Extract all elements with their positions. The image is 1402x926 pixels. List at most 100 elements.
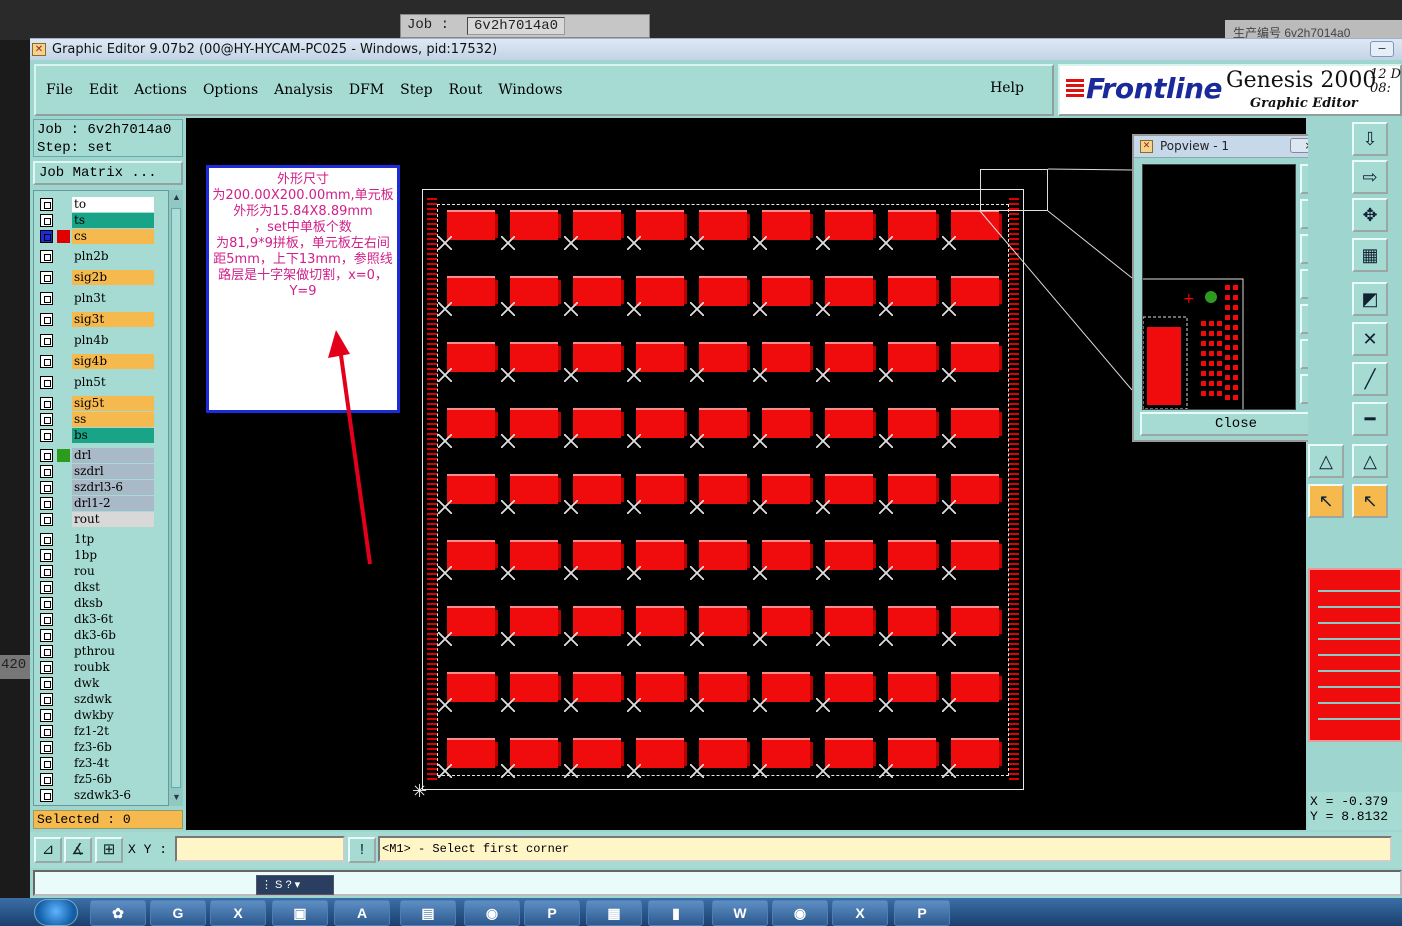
layer-checkbox[interactable] bbox=[40, 709, 53, 722]
menu-options[interactable]: Options bbox=[203, 82, 258, 98]
menu-edit[interactable]: Edit bbox=[89, 82, 118, 98]
menu-help[interactable]: Help bbox=[990, 80, 1024, 96]
zoom-all-tool-icon[interactable]: ✥ bbox=[1352, 198, 1388, 232]
layer-name[interactable]: sig3t bbox=[72, 312, 154, 327]
menu-dfm[interactable]: DFM bbox=[349, 82, 384, 98]
taskbar-pdf-icon[interactable]: A bbox=[334, 900, 390, 926]
layer-name[interactable]: roubk bbox=[72, 660, 154, 675]
layer-row[interactable]: sig5t bbox=[37, 396, 182, 411]
quick-launch-toolbar[interactable]: ⋮ S ? ▾ bbox=[256, 875, 334, 895]
taskbar-calc-icon[interactable]: ▦ bbox=[586, 900, 642, 926]
popview-titlebar[interactable]: ✕ Popview - 1 × bbox=[1134, 136, 1336, 158]
layer-checkbox[interactable] bbox=[40, 645, 53, 658]
layer-checkbox[interactable] bbox=[40, 725, 53, 738]
menu-windows[interactable]: Windows bbox=[498, 82, 562, 98]
xy-input[interactable] bbox=[175, 836, 345, 862]
layer-name[interactable]: dk3-6b bbox=[72, 628, 154, 643]
taskbar-excel-icon[interactable]: X bbox=[210, 900, 266, 926]
layer-name[interactable]: pln3t bbox=[72, 291, 154, 306]
layer-name[interactable]: sig5t bbox=[72, 396, 154, 411]
layer-name[interactable]: sig4b bbox=[72, 354, 154, 369]
taskbar-app-7-icon[interactable]: ◉ bbox=[464, 900, 520, 926]
layer-checkbox[interactable] bbox=[40, 773, 53, 786]
layer-row[interactable]: szdrl bbox=[37, 464, 182, 479]
layer-name[interactable]: pln2b bbox=[72, 249, 154, 264]
layer-row[interactable]: fz5-6b bbox=[37, 772, 182, 787]
pointer-tool-icon[interactable]: ↖ bbox=[1308, 484, 1344, 518]
layer-row[interactable]: fz3-4t bbox=[37, 756, 182, 771]
layer-row[interactable]: sig3t bbox=[37, 312, 182, 327]
layer-row[interactable]: dk3-6b bbox=[37, 628, 182, 643]
grid-tool-icon[interactable]: ▦ bbox=[1352, 238, 1388, 272]
layer-checkbox[interactable] bbox=[40, 581, 53, 594]
taskbar-app-13-icon[interactable]: X bbox=[832, 900, 888, 926]
menu-actions[interactable]: Actions bbox=[134, 82, 187, 98]
layer-name[interactable]: dkst bbox=[72, 580, 154, 595]
layer-row[interactable]: dwk bbox=[37, 676, 182, 691]
measure-tool-icon[interactable]: ━ bbox=[1352, 402, 1388, 436]
popview-canvas[interactable]: + bbox=[1142, 164, 1296, 410]
layer-row[interactable]: szdwk bbox=[37, 692, 182, 707]
layer-name[interactable]: fz5-6b bbox=[72, 772, 154, 787]
taskbar-app-10-icon[interactable]: ▮ bbox=[648, 900, 704, 926]
layer-row[interactable]: roubk bbox=[37, 660, 182, 675]
layer-row[interactable]: pthrou bbox=[37, 644, 182, 659]
layer-row[interactable]: dkst bbox=[37, 580, 182, 595]
layer-row[interactable]: ss bbox=[37, 412, 182, 427]
layer-checkbox[interactable] bbox=[40, 198, 53, 211]
pointer-select-tool-icon[interactable]: ↖ bbox=[1352, 484, 1388, 518]
layer-row[interactable]: rout bbox=[37, 512, 182, 527]
layer-name[interactable]: ss bbox=[72, 412, 154, 427]
layer-name[interactable]: pln4b bbox=[72, 333, 154, 348]
layer-row[interactable]: drl1-2 bbox=[37, 496, 182, 511]
layer-row[interactable]: szdrl3-6 bbox=[37, 480, 182, 495]
layer-checkbox[interactable] bbox=[40, 230, 53, 243]
layer-row[interactable]: sig4b bbox=[37, 354, 182, 369]
layer-row[interactable]: fz3-6b bbox=[37, 740, 182, 755]
minimize-button[interactable]: − bbox=[1370, 41, 1394, 57]
layer-checkbox[interactable] bbox=[40, 397, 53, 410]
layer-row[interactable]: 1tp bbox=[37, 532, 182, 547]
layer-checkbox[interactable] bbox=[40, 313, 53, 326]
line-tool-icon[interactable]: ╱ bbox=[1352, 362, 1388, 396]
layer-name[interactable]: szdwk3-6 bbox=[72, 788, 154, 803]
layer-checkbox[interactable] bbox=[40, 597, 53, 610]
layer-name[interactable]: sig2b bbox=[72, 270, 154, 285]
layer-name[interactable]: dwk bbox=[72, 676, 154, 691]
layer-checkbox[interactable] bbox=[40, 677, 53, 690]
layer-checkbox[interactable] bbox=[40, 271, 53, 284]
taskbar-word-icon[interactable]: W bbox=[712, 900, 768, 926]
layer-row[interactable]: sig2b bbox=[37, 270, 182, 285]
layer-name[interactable]: rou bbox=[72, 564, 154, 579]
layer-checkbox[interactable] bbox=[40, 789, 53, 802]
pan-right-tool-icon[interactable]: ⇨ bbox=[1352, 160, 1388, 194]
layer-row[interactable]: pln3t bbox=[37, 291, 182, 306]
triangle-tool-icon[interactable]: △ bbox=[1352, 444, 1388, 478]
layer-checkbox[interactable] bbox=[40, 629, 53, 642]
layer-checkbox[interactable] bbox=[40, 355, 53, 368]
layer-name[interactable]: rout bbox=[72, 512, 154, 527]
layer-row[interactable]: szdwk3-6 bbox=[37, 788, 182, 803]
layer-checkbox[interactable] bbox=[40, 214, 53, 227]
layer-checkbox[interactable] bbox=[40, 497, 53, 510]
layer-name[interactable]: pln5t bbox=[72, 375, 154, 390]
layer-checkbox[interactable] bbox=[40, 693, 53, 706]
layer-row[interactable]: ts bbox=[37, 213, 182, 228]
layer-name[interactable]: szdwk bbox=[72, 692, 154, 707]
layer-checkbox[interactable] bbox=[40, 429, 53, 442]
layer-row[interactable]: dk3-6t bbox=[37, 612, 182, 627]
layer-name[interactable]: fz3-6b bbox=[72, 740, 154, 755]
taskbar-app-12-icon[interactable]: ◉ bbox=[772, 900, 828, 926]
grid-snap-icon[interactable]: ⊞ bbox=[95, 837, 123, 863]
layer-checkbox[interactable] bbox=[40, 613, 53, 626]
scroll-up-icon[interactable]: ▲ bbox=[172, 192, 181, 202]
layer-name[interactable]: szdrl bbox=[72, 464, 154, 479]
taskbar-app-2-icon[interactable]: G bbox=[150, 900, 206, 926]
window-titlebar[interactable]: ✕ Graphic Editor 9.07b2 (00@HY-HYCAM-PC0… bbox=[30, 38, 1402, 60]
taskbar-app-14-icon[interactable]: P bbox=[894, 900, 950, 926]
layer-name[interactable]: pthrou bbox=[72, 644, 154, 659]
layer-checkbox[interactable] bbox=[40, 465, 53, 478]
layer-name[interactable]: to bbox=[72, 197, 154, 212]
layer-name[interactable]: bs bbox=[72, 428, 154, 443]
layer-checkbox[interactable] bbox=[40, 513, 53, 526]
